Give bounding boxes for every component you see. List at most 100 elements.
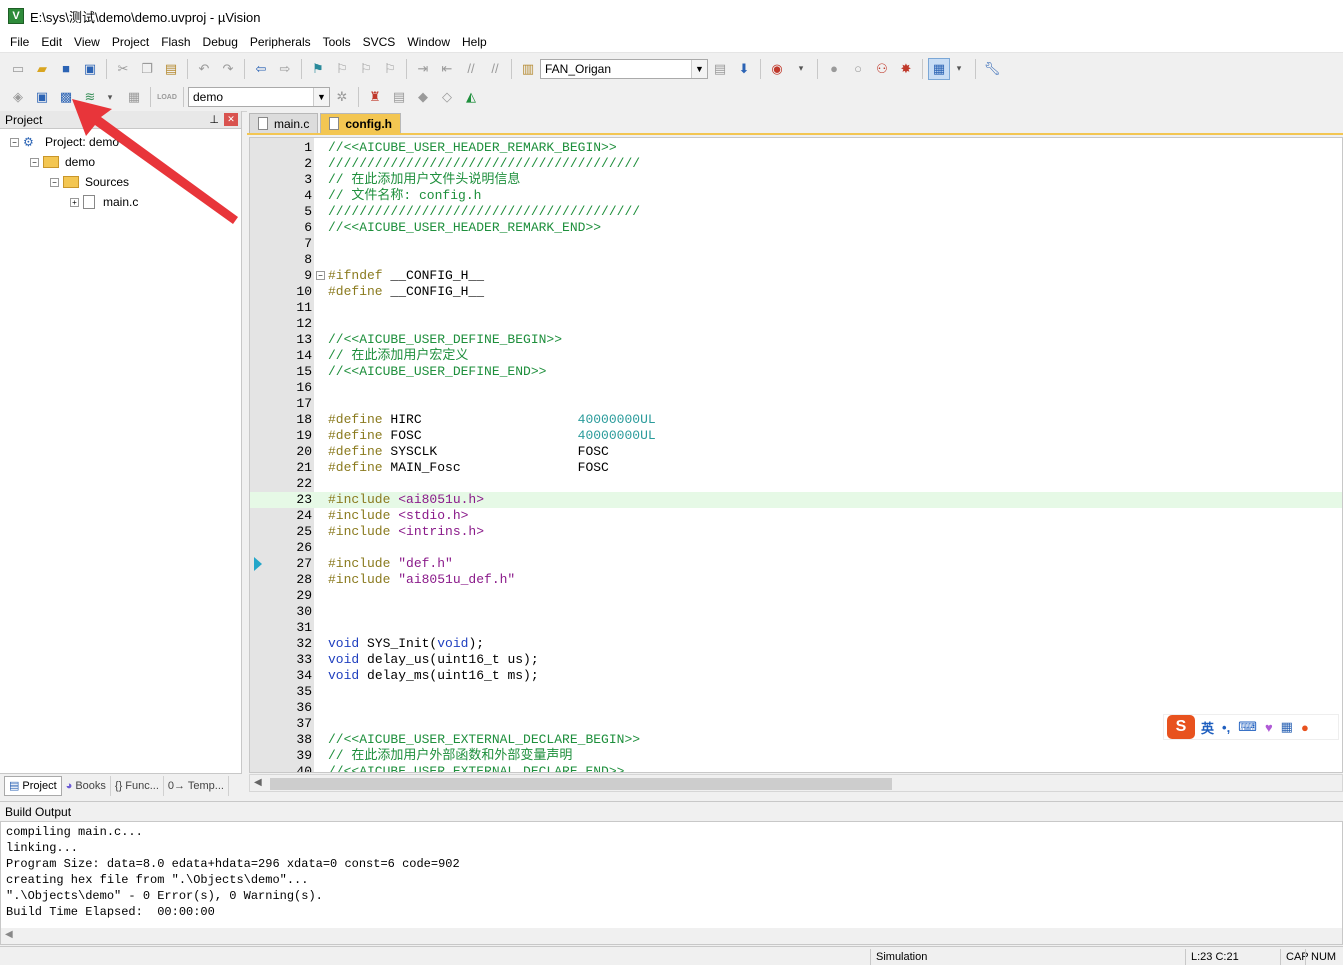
file-extensions-icon[interactable]: ♜ bbox=[364, 86, 386, 108]
menu-view[interactable]: View bbox=[68, 32, 106, 52]
code-line[interactable]: 33 void delay_us(uint16_t us); bbox=[250, 652, 1342, 668]
code-line[interactable]: 7 bbox=[250, 236, 1342, 252]
code-line[interactable]: 30 bbox=[250, 604, 1342, 620]
collapse-icon[interactable]: − bbox=[10, 137, 19, 147]
scrollbar-thumb[interactable] bbox=[270, 778, 892, 790]
code-line[interactable]: 4 // 文件名称: config.h bbox=[250, 188, 1342, 204]
unindent-icon[interactable]: ⇤ bbox=[436, 58, 458, 80]
tree-group-sources[interactable]: − Sources bbox=[50, 172, 129, 192]
next-bookmark-icon[interactable]: ⚐ bbox=[355, 58, 377, 80]
redo-icon[interactable]: ↷ bbox=[217, 58, 239, 80]
chevron-down-icon[interactable]: ▼ bbox=[313, 88, 329, 106]
tab-config-h[interactable]: config.h bbox=[320, 113, 402, 133]
code-line[interactable]: 22 bbox=[250, 476, 1342, 492]
code-line[interactable]: 11 bbox=[250, 300, 1342, 316]
code-line[interactable]: 6 //<<AICUBE_USER_HEADER_REMARK_END>> bbox=[250, 220, 1342, 236]
navigate-back-icon[interactable]: ⇦ bbox=[250, 58, 272, 80]
code-line[interactable]: 25 #include <intrins.h> bbox=[250, 524, 1342, 540]
pin-icon[interactable]: ⊥ bbox=[209, 113, 219, 126]
chevron-down-icon[interactable]: ▾ bbox=[790, 58, 812, 80]
code-line[interactable]: 39 // 在此添加用户外部函数和外部变量声明 bbox=[250, 748, 1342, 764]
paste-icon[interactable]: ▤ bbox=[160, 58, 182, 80]
scroll-left-icon[interactable]: ◀ bbox=[254, 777, 262, 788]
chevron-down-icon[interactable]: ▼ bbox=[691, 59, 707, 78]
ime-mascot-icon[interactable]: ● bbox=[1301, 720, 1309, 735]
save-icon[interactable]: ■ bbox=[55, 58, 77, 80]
ime-language-toggle[interactable]: 英 bbox=[1201, 718, 1214, 737]
open-folder-icon[interactable]: ▰ bbox=[31, 58, 53, 80]
chevron-down-icon[interactable]: ▾ bbox=[948, 58, 970, 80]
indent-icon[interactable]: ⇥ bbox=[412, 58, 434, 80]
code-line[interactable]: 14 // 在此添加用户宏定义 bbox=[250, 348, 1342, 364]
comment-icon[interactable]: // bbox=[460, 58, 482, 80]
code-line[interactable]: 24 #include <stdio.h> bbox=[250, 508, 1342, 524]
rebuild-icon[interactable]: ▩ bbox=[55, 86, 77, 108]
code-line[interactable]: 19 #define FOSC 40000000UL bbox=[250, 428, 1342, 444]
code-line[interactable]: 32 void SYS_Init(void); bbox=[250, 636, 1342, 652]
code-line[interactable]: 16 bbox=[250, 380, 1342, 396]
code-line[interactable]: 18 #define HIRC 40000000UL bbox=[250, 412, 1342, 428]
code-line[interactable]: 2 ///////////////////////////////////////… bbox=[250, 156, 1342, 172]
new-file-icon[interactable]: ▭ bbox=[7, 58, 29, 80]
code-line[interactable]: 29 bbox=[250, 588, 1342, 604]
expand-icon[interactable]: + bbox=[70, 197, 79, 207]
tree-file-main-c[interactable]: + main.c bbox=[70, 192, 138, 212]
tree-target[interactable]: − demo bbox=[30, 152, 95, 172]
clear-bookmarks-icon[interactable]: ⚐ bbox=[379, 58, 401, 80]
code-line[interactable]: 17 bbox=[250, 396, 1342, 412]
window-layout-icon[interactable]: ▦ bbox=[928, 57, 950, 80]
menu-debug[interactable]: Debug bbox=[197, 32, 244, 52]
tab-functions[interactable]: {} Func... bbox=[111, 775, 164, 796]
menu-edit[interactable]: Edit bbox=[35, 32, 68, 52]
build-icon[interactable]: ▣ bbox=[31, 86, 53, 108]
menu-file[interactable]: File bbox=[4, 32, 35, 52]
find-combo[interactable]: FAN_Origan ▼ bbox=[540, 58, 708, 79]
ime-toolbox-icon[interactable]: ▦ bbox=[1281, 719, 1293, 735]
ime-keyboard-icon[interactable]: ⌨ bbox=[1238, 719, 1257, 735]
select-packs-icon[interactable]: ◆ bbox=[412, 86, 434, 108]
prev-bookmark-icon[interactable]: ⚐ bbox=[331, 58, 353, 80]
code-line[interactable]: 27 #include "def.h" bbox=[250, 556, 1342, 572]
collapse-icon[interactable]: − bbox=[30, 157, 39, 167]
menu-window[interactable]: Window bbox=[401, 32, 456, 52]
disable-breakpoint-icon[interactable]: ○ bbox=[847, 58, 869, 80]
menu-peripherals[interactable]: Peripherals bbox=[244, 32, 317, 52]
tab-books[interactable]: ◕ Books bbox=[62, 775, 111, 796]
code-line[interactable]: 34 void delay_ms(uint16_t ms); bbox=[250, 668, 1342, 684]
scroll-left-icon[interactable]: ◀ bbox=[5, 929, 13, 940]
menu-tools[interactable]: Tools bbox=[317, 32, 357, 52]
menu-project[interactable]: Project bbox=[106, 32, 155, 52]
build-output-text[interactable]: ◀ compiling main.c... linking... Program S… bbox=[0, 821, 1343, 945]
code-line[interactable]: 26 bbox=[250, 540, 1342, 556]
batch-build-icon[interactable]: ≋ bbox=[79, 86, 101, 108]
close-icon[interactable]: ✕ bbox=[224, 113, 238, 126]
code-line[interactable]: 15 //<<AICUBE_USER_DEFINE_END>> bbox=[250, 364, 1342, 380]
tab-project[interactable]: ▤ Project bbox=[4, 775, 62, 796]
pack-installer-icon[interactable]: ◇ bbox=[436, 86, 458, 108]
code-line[interactable]: 3 // 在此添加用户文件头说明信息 bbox=[250, 172, 1342, 188]
translate-icon[interactable]: ◈ bbox=[7, 86, 29, 108]
code-line[interactable]: 9 #ifndef __CONFIG_H__ bbox=[250, 268, 1342, 284]
load-download-button[interactable]: LOAD bbox=[156, 86, 178, 108]
code-editor[interactable]: 1 //<<AICUBE_USER_HEADER_REMARK_BEGIN>> 2 /… bbox=[249, 137, 1343, 773]
insert-breakpoint-icon[interactable]: ● bbox=[823, 58, 845, 80]
collapse-icon[interactable]: − bbox=[50, 177, 59, 187]
code-line[interactable]: 40 //<<AICUBE_USER_EXTERNAL_DECLARE_END>> bbox=[250, 764, 1342, 772]
tab-templates[interactable]: 0→ Temp... bbox=[164, 775, 229, 796]
target-options-wand-icon[interactable]: ✲ bbox=[331, 86, 353, 108]
find-in-files-icon[interactable]: ▥ bbox=[517, 58, 539, 80]
undo-icon[interactable]: ↶ bbox=[193, 58, 215, 80]
configure-wrench-icon[interactable]: 🔧︎ bbox=[981, 58, 1003, 80]
bookmark-icon[interactable]: ⚑ bbox=[307, 58, 329, 80]
tree-project-root[interactable]: − ⚙ Project: demo bbox=[10, 132, 119, 152]
code-line[interactable]: 21 #define MAIN_Fosc FOSC bbox=[250, 460, 1342, 476]
menu-help[interactable]: Help bbox=[456, 32, 493, 52]
navigate-forward-icon[interactable]: ⇨ bbox=[274, 58, 296, 80]
code-line[interactable]: 20 #define SYSCLK FOSC bbox=[250, 444, 1342, 460]
menu-flash[interactable]: Flash bbox=[155, 32, 196, 52]
incremental-find-icon[interactable]: ▤ bbox=[709, 58, 731, 80]
cut-icon[interactable]: ✂ bbox=[112, 58, 134, 80]
find-icon[interactable]: ⬇ bbox=[733, 58, 755, 80]
code-line[interactable]: 35 bbox=[250, 684, 1342, 700]
ime-punctuation-toggle[interactable]: •, bbox=[1222, 720, 1230, 735]
